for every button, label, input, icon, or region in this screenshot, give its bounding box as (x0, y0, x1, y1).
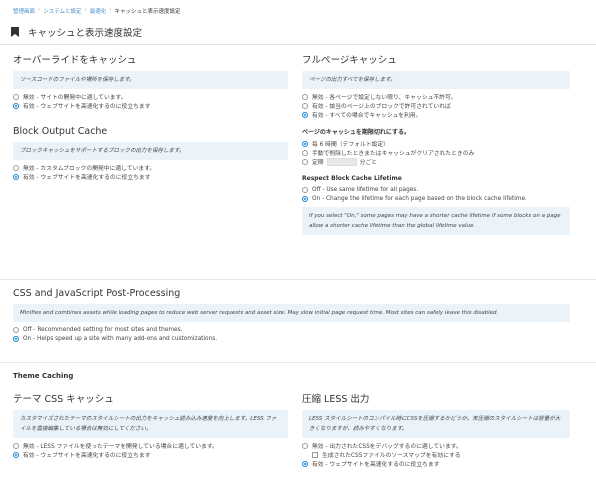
full-page-option-disabled[interactable]: 無効 - 各ページで設定しない限り、キャッシュ不許可。 (302, 92, 570, 101)
theme-css-help: カスタマイズされたテーマのスタイルシートの出力をキャッシュ読み込み速度を向上しま… (13, 410, 288, 438)
full-page-section: フルページキャッシュ ページの出力すべてを保存します。 無効 - 各ページで設定… (302, 52, 570, 235)
radio-button[interactable] (302, 149, 308, 156)
breadcrumb-current: キャッシュと表示速度設定 (114, 9, 181, 15)
radio-button-selected[interactable] (302, 140, 308, 147)
theme-css-option-off[interactable]: 無効 - LESS ファイルを使ったテーマを開発している場合に適しています。 (13, 441, 288, 450)
radio-button[interactable] (13, 164, 19, 171)
theme-caching-title: Theme Caching (13, 372, 74, 380)
option-label: 無効 - カスタムブロックの開発中に適しています。 (23, 166, 156, 172)
option-label: 有効 - ウェブサイトを高速化するのに役立ちます (23, 104, 151, 110)
option-label: 有効 - ウェブサイトを高速化するのに役立ちます (312, 462, 440, 468)
option-label: 毎 6 時間（デフォルト設定） (312, 142, 389, 148)
full-page-help: ページの出力すべてを保存します。 (302, 71, 570, 89)
page-title: キャッシュと表示速度設定 (28, 28, 143, 39)
option-label: On - Helps speed up a site with many add… (23, 335, 218, 342)
option-label: 分ごと (359, 160, 378, 166)
option-label: 無効 - 各ページで設定しない限り、キャッシュ不許可。 (312, 95, 457, 101)
block-output-option-on[interactable]: 有効 - ウェブサイトを高速化するのに役立ちます (13, 172, 288, 181)
override-cache-section: オーバーライドをキャッシュ ソースコードのファイルや場所を保存します。 無効 -… (13, 52, 288, 110)
radio-button[interactable] (13, 326, 19, 333)
option-label: 有効 - 該当のページ上のブロックで許可されていれば (312, 104, 451, 110)
breadcrumb: 管理画面 › システムと設定 › 最適化 › キャッシュと表示速度設定 (13, 7, 181, 15)
option-label: 生成されたCSSファイルのソースマップを有効にする (322, 453, 461, 459)
radio-button[interactable] (302, 186, 308, 193)
less-section: 圧縮 LESS 出力 LESS スタイルシートのコンパイル時にCSSを圧縮するか… (302, 391, 570, 468)
expire-minutes-input[interactable] (326, 157, 357, 166)
section-divider (0, 362, 596, 363)
radio-button-selected[interactable] (302, 460, 308, 467)
option-label: 無効 - LESS ファイルを使ったテーマを開発している場合に適しています。 (23, 444, 218, 450)
option-label: 手動で削除したときまたはキャッシュがクリアされたときのみ (312, 151, 475, 157)
checkbox[interactable] (312, 451, 318, 458)
full-page-title: フルページキャッシュ (302, 55, 397, 66)
expire-option-manual[interactable]: 手動で削除したときまたはキャッシュがクリアされたときのみ (302, 148, 570, 157)
option-label: Off - Recommended setting for most sites… (23, 326, 183, 333)
breadcrumb-separator: › (84, 7, 87, 13)
option-label: 無効 - 出力されたCSSをデバッグするのに適しています。 (312, 444, 462, 450)
radio-button[interactable] (302, 102, 308, 109)
theme-css-title: テーマ CSS キャッシュ (13, 394, 114, 405)
override-cache-title: オーバーライドをキャッシュ (13, 55, 137, 66)
option-label: 定期 (312, 160, 324, 166)
breadcrumb-separator: › (38, 7, 41, 13)
option-label: 有効 - ウェブサイトを高速化するのに役立ちます (23, 175, 151, 181)
option-label: On - Change the lifetime for each page b… (312, 195, 527, 202)
option-label: Off - Use same lifetime for all pages. (312, 186, 419, 193)
css-js-section: CSS and JavaScript Post-Processing Minif… (13, 288, 570, 343)
radio-button[interactable] (13, 93, 19, 100)
breadcrumb-separator: › (109, 7, 112, 13)
less-option-on[interactable]: 有効 - ウェブサイトを高速化するのに役立ちます (302, 459, 570, 468)
radio-button[interactable] (302, 442, 308, 449)
lifetime-help: If you select "On," some pages may have … (302, 207, 570, 235)
section-divider (0, 279, 596, 280)
radio-button-selected[interactable] (13, 335, 19, 342)
css-js-option-on[interactable]: On - Helps speed up a site with many add… (13, 334, 570, 343)
radio-button-selected[interactable] (302, 195, 308, 202)
theme-css-option-on[interactable]: 有効 - ウェブサイトを高速化するのに役立ちます (13, 450, 288, 459)
radio-button[interactable] (302, 158, 308, 165)
breadcrumb-link-admin[interactable]: 管理画面 (13, 7, 35, 15)
full-page-option-all[interactable]: 有効 - すべての場合でキャッシュを利用。 (302, 110, 570, 119)
lifetime-title: Respect Block Cache Lifetime (302, 175, 402, 182)
less-option-off[interactable]: 無効 - 出力されたCSSをデバッグするのに適しています。 (302, 441, 570, 450)
expire-option-custom[interactable]: 定期 分ごと (302, 157, 570, 166)
option-label: 有効 - すべての場合でキャッシュを利用。 (312, 113, 422, 119)
expire-option-6h[interactable]: 毎 6 時間（デフォルト設定） (302, 139, 570, 148)
lifetime-option-on[interactable]: On - Change the lifetime for each page b… (302, 194, 570, 203)
radio-button[interactable] (13, 442, 19, 449)
override-cache-option-off[interactable]: 無効 - サイトの開発中に適しています。 (13, 92, 288, 101)
full-page-option-blocks[interactable]: 有効 - 該当のページ上のブロックで許可されていれば (302, 101, 570, 110)
radio-button-selected[interactable] (13, 451, 19, 458)
less-title: 圧縮 LESS 出力 (302, 394, 370, 405)
radio-button-selected[interactable] (302, 111, 308, 118)
bookmark-icon[interactable] (11, 27, 19, 37)
block-output-help: ブロックキャッシュをサポートするブロックの出力を保存します。 (13, 142, 288, 160)
less-help: LESS スタイルシートのコンパイル時にCSSを圧縮するかどうか。未圧縮のスタイ… (302, 410, 570, 438)
radio-button-selected[interactable] (13, 102, 19, 109)
expire-title: ページのキャッシュを期限切れにする。 (302, 129, 410, 136)
less-sourcemap-checkbox[interactable]: 生成されたCSSファイルのソースマップを有効にする (302, 450, 570, 459)
block-output-section: Block Output Cache ブロックキャッシュをサポートするブロックの… (13, 126, 288, 181)
page-header: キャッシュと表示速度設定 (0, 20, 596, 45)
block-output-option-off[interactable]: 無効 - カスタムブロックの開発中に適しています。 (13, 163, 288, 172)
css-js-option-off[interactable]: Off - Recommended setting for most sites… (13, 325, 570, 334)
theme-css-section: テーマ CSS キャッシュ カスタマイズされたテーマのスタイルシートの出力をキャ… (13, 391, 288, 459)
lifetime-option-off[interactable]: Off - Use same lifetime for all pages. (302, 185, 570, 194)
option-label: 有効 - ウェブサイトを高速化するのに役立ちます (23, 453, 151, 459)
theme-caching-heading: Theme Caching (13, 372, 73, 380)
breadcrumb-link-system[interactable]: システムと設定 (43, 7, 81, 15)
override-cache-option-on[interactable]: 有効 - ウェブサイトを高速化するのに役立ちます (13, 101, 288, 110)
option-label: 無効 - サイトの開発中に適しています。 (23, 95, 127, 101)
override-cache-help: ソースコードのファイルや場所を保存します。 (13, 71, 288, 89)
breadcrumb-link-optimization[interactable]: 最適化 (90, 7, 107, 15)
radio-button-selected[interactable] (13, 173, 19, 180)
radio-button[interactable] (302, 93, 308, 100)
css-js-help: Minifies and combines assets while loadi… (13, 304, 570, 322)
css-js-title: CSS and JavaScript Post-Processing (13, 288, 181, 299)
block-output-title: Block Output Cache (13, 126, 108, 137)
